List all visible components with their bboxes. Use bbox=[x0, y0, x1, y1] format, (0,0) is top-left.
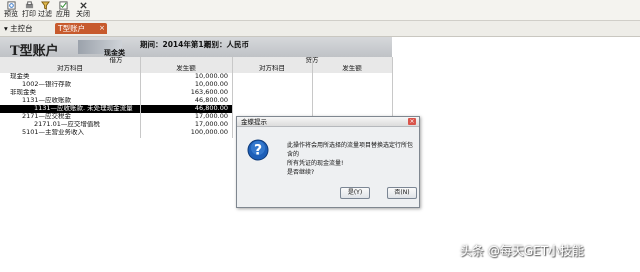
table-subheader-row: 对方科目 发生额 对方科目 发生额 bbox=[0, 65, 392, 73]
toolbar: 预览 打印 过滤 应用 关闭 bbox=[0, 0, 640, 21]
apply-button[interactable]: 应用 bbox=[54, 0, 72, 20]
svg-text:?: ? bbox=[254, 143, 262, 159]
yes-button[interactable]: 是(Y) bbox=[340, 187, 370, 199]
question-icon: ? bbox=[247, 139, 269, 161]
table-row[interactable]: 非现金类 163,600.00 bbox=[0, 89, 392, 97]
close-icon bbox=[79, 2, 87, 9]
dialog-close-icon[interactable]: × bbox=[408, 118, 416, 125]
dialog-message: 此操作将会用所选择的流量项目替换选定行所包含的 所有凭证的现金流量! 是否继续? bbox=[287, 142, 414, 176]
watermark: 头条 @每天GET小技能 bbox=[460, 244, 585, 258]
period-label: 期间：2014年第1期 bbox=[140, 40, 212, 49]
filter-icon bbox=[40, 1, 50, 10]
credit-amount-header: 发生额 bbox=[342, 65, 362, 72]
confirm-dialog: 金蝶提示 × ? 此操作将会用所选择的流量项目替换选定行所包含的 所有凭证的现金… bbox=[236, 116, 420, 208]
column-divider bbox=[232, 57, 233, 138]
table-row[interactable]: 1131—应收账款 46,800.00 bbox=[0, 97, 392, 105]
credit-account-header: 对方科目 bbox=[259, 65, 285, 72]
printer-icon bbox=[25, 1, 33, 9]
debit-amount-header: 发生额 bbox=[176, 65, 196, 72]
table-header-row: 借方 贷方 bbox=[0, 57, 392, 65]
column-divider bbox=[140, 57, 141, 138]
tab-close-icon[interactable]: × bbox=[99, 23, 105, 34]
apply-icon bbox=[58, 1, 68, 10]
no-button[interactable]: 否(N) bbox=[387, 187, 417, 199]
tab-console[interactable]: ▾ 主控台 bbox=[4, 23, 48, 34]
close-button[interactable]: 关闭 bbox=[74, 0, 92, 20]
dialog-title: 金蝶提示 bbox=[237, 117, 419, 127]
debit-header: 借方 bbox=[109, 57, 123, 64]
report-header: T型账户 期间：2014年第1期 币别：人民币 现金类 bbox=[0, 37, 392, 59]
table-row[interactable]: 现金类 10,000.00 bbox=[0, 73, 392, 81]
table-row-selected[interactable]: 1131—应收账款. 未处理现金流量 46,800.00 bbox=[0, 105, 232, 113]
debit-account-header: 对方科目 bbox=[57, 65, 83, 72]
preview-button[interactable]: 预览 bbox=[2, 0, 20, 20]
table-row[interactable]: 1002—银行存款 10,000.00 bbox=[0, 81, 392, 89]
tab-t-account[interactable]: T型账户 × bbox=[55, 23, 107, 34]
tab-bar: ▾ 主控台 T型账户 × bbox=[0, 21, 640, 37]
filter-button[interactable]: 过滤 bbox=[36, 0, 54, 20]
preview-icon bbox=[6, 1, 16, 10]
currency-label: 币别：人民币 bbox=[204, 40, 249, 49]
